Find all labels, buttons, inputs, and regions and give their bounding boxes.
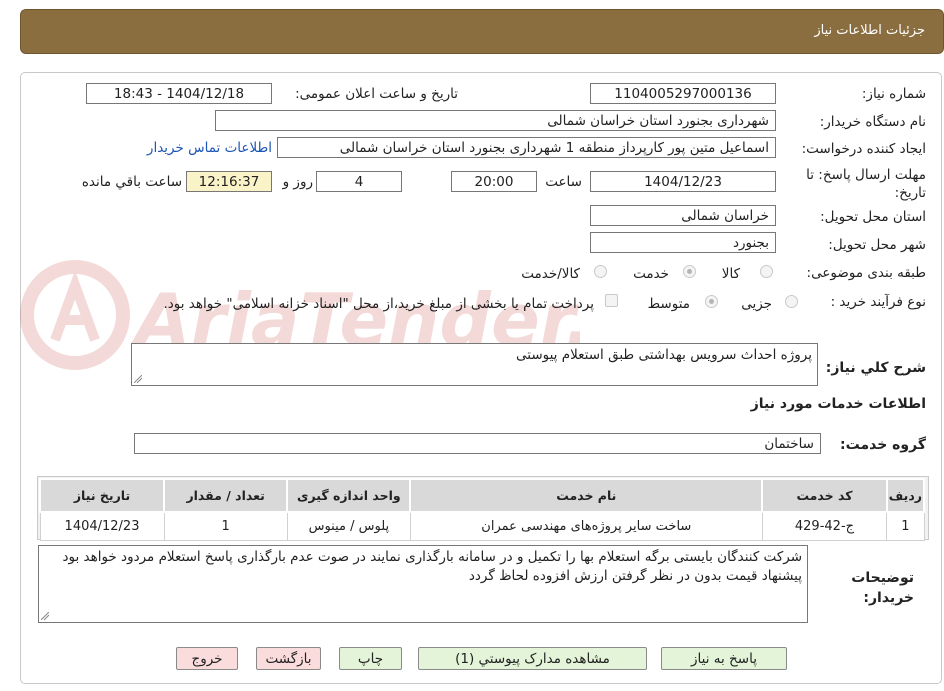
col-date-header: تاریخ نیاز xyxy=(38,478,166,513)
back-button[interactable]: بازگشت xyxy=(256,647,321,670)
purchase-type-label: نوع فرآیند خرید : xyxy=(830,294,926,310)
treasury-bonds-checkbox[interactable] xyxy=(605,294,618,307)
category-label: طبقه بندی موضوعی: xyxy=(806,265,926,281)
category-service-label: خدمت xyxy=(633,266,669,282)
reply-button[interactable]: پاسخ به نیاز xyxy=(661,647,787,670)
col-qty-header: تعداد / مقدار xyxy=(163,478,289,513)
category-goods-service-label: کالا/خدمت xyxy=(521,266,580,282)
delivery-city-label: شهر محل تحویل: xyxy=(828,237,926,253)
col-name-header: نام خدمت xyxy=(409,478,764,513)
col-row-header: ردیف xyxy=(885,478,926,513)
resize-grip-icon[interactable] xyxy=(134,375,142,383)
category-goods-label: کالا xyxy=(721,266,740,282)
announce-datetime-label: تاریخ و ساعت اعلان عمومی: xyxy=(295,86,458,102)
table-row: 1 ج-42-429 ساخت سایر پروژه‌های مهندسی عم… xyxy=(39,511,925,541)
remaining-time-label: ساعت باقي مانده xyxy=(81,174,182,190)
need-number-field: 1104005297000136 xyxy=(590,83,776,104)
buyer-org-field: شهرداری بجنورد استان خراسان شمالی xyxy=(215,110,776,131)
buyer-notes-textarea[interactable]: شرکت کنندگان بایستی برگه استعلام بها را … xyxy=(38,545,808,623)
deadline-date-field: 1404/12/23 xyxy=(590,171,776,192)
cell-unit: پلوس / مینوس xyxy=(286,511,411,541)
delivery-city-field: بجنورد xyxy=(590,232,776,253)
col-code-header: کد خدمت xyxy=(761,478,888,513)
remaining-days-field: 4 xyxy=(316,171,402,192)
description-textarea[interactable]: پروژه احداث سرویس بهداشتی طبق استعلام پی… xyxy=(131,343,818,386)
purchase-medium-label: متوسط xyxy=(647,296,690,312)
category-service-radio[interactable] xyxy=(683,265,696,278)
buyer-notes-label: توضیحات خریدار: xyxy=(851,570,914,606)
page-title: جزئیات اطلاعات نیاز xyxy=(814,23,925,38)
exit-button[interactable]: خروج xyxy=(176,647,238,670)
requester-label: ایجاد کننده درخواست: xyxy=(801,141,926,157)
table-header-row: ردیف کد خدمت نام خدمت واحد اندازه گیری ت… xyxy=(38,478,926,513)
cell-date: 1404/12/23 xyxy=(39,511,165,541)
view-attachments-button[interactable]: مشاهده مدارک پیوستي (1) xyxy=(418,647,647,670)
print-button[interactable]: چاپ xyxy=(339,647,402,670)
cell-qty: 1 xyxy=(163,511,288,541)
delivery-province-label: استان محل تحویل: xyxy=(820,209,926,225)
deadline-time-field: 20:00 xyxy=(451,171,537,192)
category-goods-service-radio[interactable] xyxy=(594,265,607,278)
buyer-contact-link[interactable]: اطلاعات تماس خریدار xyxy=(147,140,272,156)
description-label: شرح کلي نیاز: xyxy=(825,360,926,376)
page-header: جزئیات اطلاعات نیاز xyxy=(20,9,944,54)
buyer-notes-text: شرکت کنندگان بایستی برگه استعلام بها را … xyxy=(62,549,802,584)
cell-name: ساخت سایر پروژه‌های مهندسی عمران xyxy=(409,511,763,541)
buyer-org-label: نام دستگاه خریدار: xyxy=(819,114,926,130)
deadline-time-label: ساعت xyxy=(545,174,582,190)
requester-field: اسماعیل متین پور کارپرداز منطقه 1 شهردار… xyxy=(277,137,776,158)
purchase-medium-radio[interactable] xyxy=(705,295,718,308)
deadline-label: مهلت ارسال پاسخ: تا تاریخ: xyxy=(806,167,926,201)
description-text: پروژه احداث سرویس بهداشتی طبق استعلام پی… xyxy=(516,347,812,363)
col-unit-header: واحد اندازه گیری xyxy=(286,478,412,513)
cell-code: ج-42-429 xyxy=(761,511,888,541)
days-label: روز و xyxy=(282,174,313,190)
remaining-time-field: 12:16:37 xyxy=(186,171,272,192)
services-section-title: اطلاعات خدمات مورد نیاز xyxy=(750,396,926,412)
purchase-minor-label: جزیی xyxy=(741,296,772,312)
service-group-label: گروه خدمت: xyxy=(840,437,926,453)
services-table: ردیف کد خدمت نام خدمت واحد اندازه گیری ت… xyxy=(38,478,926,541)
cell-row: 1 xyxy=(886,511,925,541)
announce-datetime-field: 1404/12/18 - 18:43 xyxy=(86,83,272,104)
resize-grip-icon[interactable] xyxy=(41,612,49,620)
treasury-bonds-note: پرداخت تمام یا بخشی از مبلغ خرید،از محل … xyxy=(163,296,594,312)
service-group-field: ساختمان xyxy=(134,433,821,454)
category-goods-radio[interactable] xyxy=(760,265,773,278)
purchase-minor-radio[interactable] xyxy=(785,295,798,308)
delivery-province-field: خراسان شمالی xyxy=(590,205,776,226)
need-number-label: شماره نیاز: xyxy=(861,86,926,102)
